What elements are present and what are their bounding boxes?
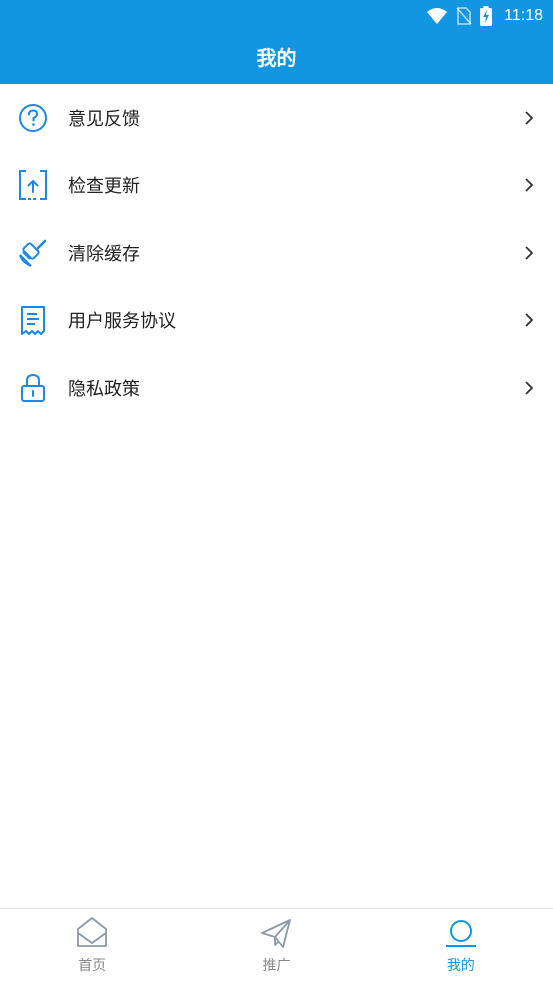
status-time: 11:18 [504, 7, 543, 24]
tab-label: 首页 [78, 958, 107, 974]
menu-item-feedback[interactable]: 意见反馈 [0, 84, 553, 152]
menu-item-clear-cache[interactable]: 清除缓存 [0, 219, 553, 287]
tab-promote[interactable]: 推广 [184, 909, 368, 983]
menu-item-user-agreement[interactable]: 用户服务协议 [0, 287, 553, 355]
menu-item-label: 隐私政策 [68, 378, 140, 400]
menu-item-check-update[interactable]: 检查更新 [0, 152, 553, 220]
chevron-right-icon [525, 111, 534, 125]
chevron-right-icon [525, 178, 534, 192]
menu-item-label: 用户服务协议 [68, 311, 176, 333]
chevron-right-icon [525, 246, 534, 260]
document-icon [21, 306, 45, 336]
question-circle-icon [19, 103, 47, 132]
upload-box-icon [19, 170, 47, 201]
menu-item-label: 意见反馈 [68, 108, 140, 130]
wifi-icon [427, 8, 448, 24]
lock-icon [21, 373, 45, 402]
active-tab-indicator [445, 945, 476, 947]
menu-item-privacy-policy[interactable]: 隐私政策 [0, 354, 553, 422]
tab-mine[interactable]: 我的 [369, 909, 553, 983]
settings-menu: 意见反馈 检查更新 清除缓存 用户服务协议 隐私政策 [0, 84, 553, 422]
no-sim-icon [456, 7, 472, 25]
broom-icon [19, 239, 47, 267]
home-icon [77, 917, 108, 947]
chevron-right-icon [525, 381, 534, 395]
menu-item-label: 检查更新 [68, 176, 140, 198]
chevron-right-icon [525, 313, 534, 327]
tab-label: 推广 [262, 958, 291, 974]
battery-charging-icon [480, 6, 493, 26]
tab-label: 我的 [446, 958, 475, 974]
app-header: 11:18 我的 [0, 0, 553, 84]
tab-home[interactable]: 首页 [0, 909, 184, 983]
status-bar: 11:18 [426, 5, 543, 27]
menu-item-label: 清除缓存 [68, 243, 140, 265]
page-title: 我的 [256, 46, 297, 70]
paper-plane-icon [261, 919, 292, 948]
bottom-tab-bar: 首页 推广 我的 [0, 908, 553, 983]
